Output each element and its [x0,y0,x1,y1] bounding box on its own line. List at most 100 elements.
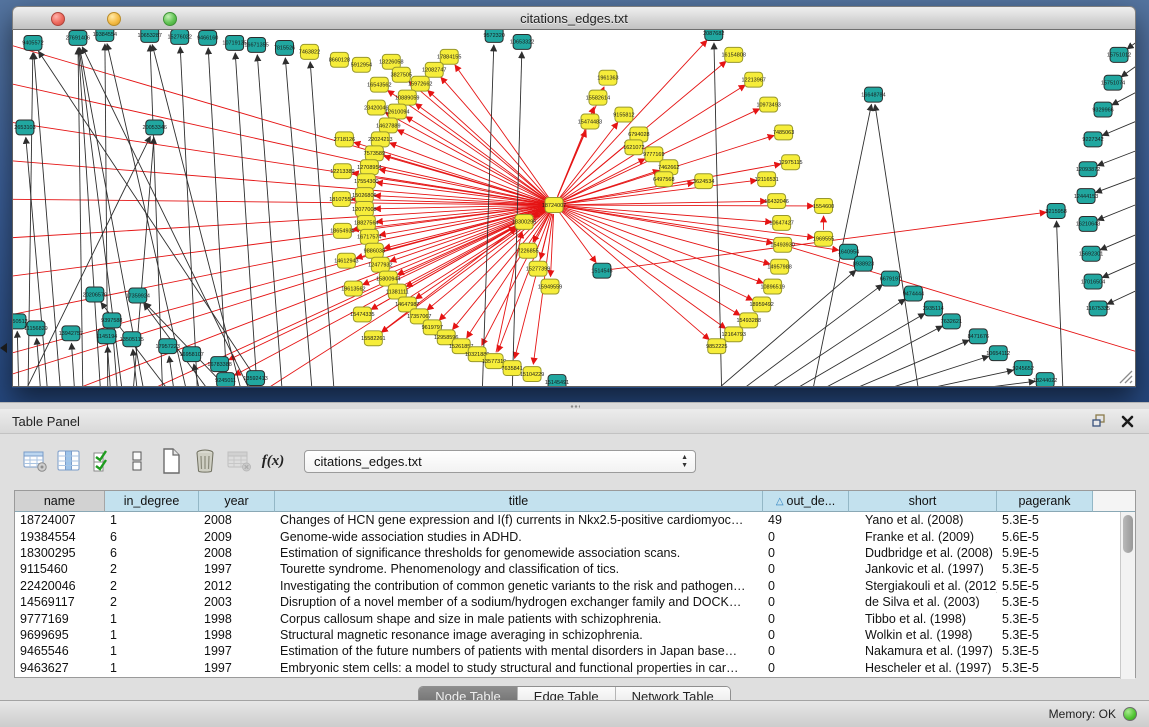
graph-edge[interactable] [235,53,257,386]
graph-edge[interactable] [1057,221,1064,386]
graph-edge[interactable] [784,313,925,386]
table-cell[interactable]: 0 [763,595,849,609]
panel-collapse-arrow-icon[interactable] [0,343,7,353]
table-cell[interactable]: 0 [763,628,849,642]
graph-edge[interactable] [559,212,596,262]
table-row[interactable]: 969969511998Structural magnetic resonanc… [15,627,1135,643]
table-cell[interactable]: 0 [763,612,849,626]
graph-edge[interactable] [390,143,546,202]
graph-edge[interactable] [1127,36,1135,49]
table-cell[interactable]: 2008 [199,546,275,560]
graph-edge[interactable] [865,356,988,386]
graph-edge[interactable] [875,104,919,386]
graph-edge[interactable] [558,131,586,197]
table-cell[interactable]: 1997 [199,562,275,576]
table-cell[interactable]: 1 [105,612,199,626]
table-cell[interactable]: 1997 [199,661,275,675]
graph-edge[interactable] [563,206,839,250]
table-cell[interactable]: 0 [763,530,849,544]
network-window-titlebar[interactable]: citations_edges.txt [12,6,1136,30]
graph-edge[interactable] [1102,118,1135,136]
table-cell[interactable]: 2012 [199,579,275,593]
table-row[interactable]: 1456911722003Disruption of a novel membe… [15,594,1135,610]
table-cell[interactable]: Estimation of significance thresholds fo… [275,546,763,560]
table-cell[interactable]: 49 [763,513,849,527]
table-cell[interactable]: 6 [105,546,199,560]
column-header-year[interactable]: year [199,491,275,512]
row-height-button[interactable] [120,445,154,477]
graph-edge[interactable] [285,58,312,386]
column-header-short[interactable]: short [849,491,997,512]
graph-edge[interactable] [1107,287,1135,305]
table-cell[interactable]: Jankovic et al. (1997) [849,562,997,576]
table-cell[interactable]: 5.9E-5 [997,546,1093,560]
create-column-button[interactable] [154,445,188,477]
graph-edge[interactable] [563,207,770,264]
delete-columns-button[interactable] [188,445,222,477]
select-columns-button[interactable] [52,445,86,477]
graph-edge[interactable] [17,331,19,386]
graph-edge[interactable] [1095,174,1135,192]
table-cell[interactable]: Corpus callosum shape and size in male p… [275,612,763,626]
table-cell[interactable]: 9699695 [15,628,105,642]
graph-edge[interactable] [13,159,545,204]
table-cell[interactable]: Dudbridge et al. (2008) [849,546,997,560]
table-cell[interactable]: 0 [763,546,849,560]
table-cell[interactable]: Tourette syndrome. Phenomenology and cla… [275,562,763,576]
table-row[interactable]: 2242004622012Investigating the contribut… [15,578,1135,594]
table-row[interactable]: 946554611997Estimation of the future num… [15,643,1135,659]
table-cell[interactable]: Franke et al. (2009) [849,530,997,544]
graph-edge[interactable] [563,201,767,205]
table-cell[interactable]: Tibbo et al. (1998) [849,612,997,626]
horizontal-splitter[interactable] [0,402,1149,409]
table-cell[interactable]: 6 [105,530,199,544]
table-cell[interactable]: 9115460 [15,562,105,576]
graph-edge[interactable] [152,45,242,386]
table-cell[interactable]: Yano et al. (2008) [849,513,997,527]
network-graph-svg[interactable]: 1872400717884155120827471597266210889059… [13,30,1135,386]
memory-ok-indicator[interactable] [1123,707,1137,721]
function-builder-button[interactable]: f(x) [256,445,290,477]
table-cell[interactable]: Wolkin et al. (1998) [849,628,997,642]
table-cell[interactable]: 2009 [199,530,275,544]
table-cell[interactable]: Investigating the contribution of common… [275,579,763,593]
scrollbar-thumb[interactable] [1123,515,1133,553]
table-cell[interactable]: Nakamura et al. (1997) [849,644,997,658]
table-cell[interactable]: 9463627 [15,661,105,675]
table-cell[interactable]: 2003 [199,595,275,609]
table-cell[interactable]: de Silva et al. (2003) [849,595,997,609]
graph-edge[interactable] [455,65,549,198]
graph-edge[interactable] [1100,231,1135,250]
select-all-columns-button[interactable] [86,445,120,477]
table-cell[interactable]: 5.5E-5 [997,579,1093,593]
table-cell[interactable]: 1998 [199,612,275,626]
table-cell[interactable]: 1 [105,628,199,642]
table-cell[interactable]: 9777169 [15,612,105,626]
zoom-window-button[interactable] [163,12,177,26]
table-source-select[interactable]: citations_edges.txt ▲▼ [304,450,696,473]
close-panel-button[interactable] [1117,412,1137,430]
table-cell[interactable]: 2 [105,579,199,593]
graph-edge[interactable] [563,183,694,204]
table-cell[interactable]: 0 [763,562,849,576]
table-cell[interactable]: Changes of HCN gene expression and I(f) … [275,513,763,527]
table-cell[interactable]: Embryonic stem cells: a model to study s… [275,661,763,675]
graph-edge[interactable] [760,299,905,386]
table-row[interactable]: 911546021997Tourette syndrome. Phenomeno… [15,561,1135,577]
graph-edge[interactable] [415,104,546,200]
column-header-in_degree[interactable]: in_degree [105,491,199,512]
float-panel-button[interactable] [1089,412,1109,430]
minimize-window-button[interactable] [107,12,121,26]
table-cell[interactable]: 2 [105,595,199,609]
column-header-out_de[interactable]: △out_de... [763,491,849,512]
table-cell[interactable]: 22420046 [15,579,105,593]
table-row[interactable]: 1938455462009Genome-wide association stu… [15,528,1135,544]
table-cell[interactable]: 1 [105,513,199,527]
network-view-window[interactable]: citations_edges.txt 18724007178841551208… [12,6,1136,388]
graph-edge[interactable] [13,80,545,203]
table-cell[interactable]: 19384554 [15,530,105,544]
table-cell[interactable]: 14569117 [15,595,105,609]
graph-edge[interactable] [385,112,546,200]
table-cell[interactable]: Stergiakouli et al. (2012) [849,579,997,593]
graph-edge[interactable] [810,326,943,386]
